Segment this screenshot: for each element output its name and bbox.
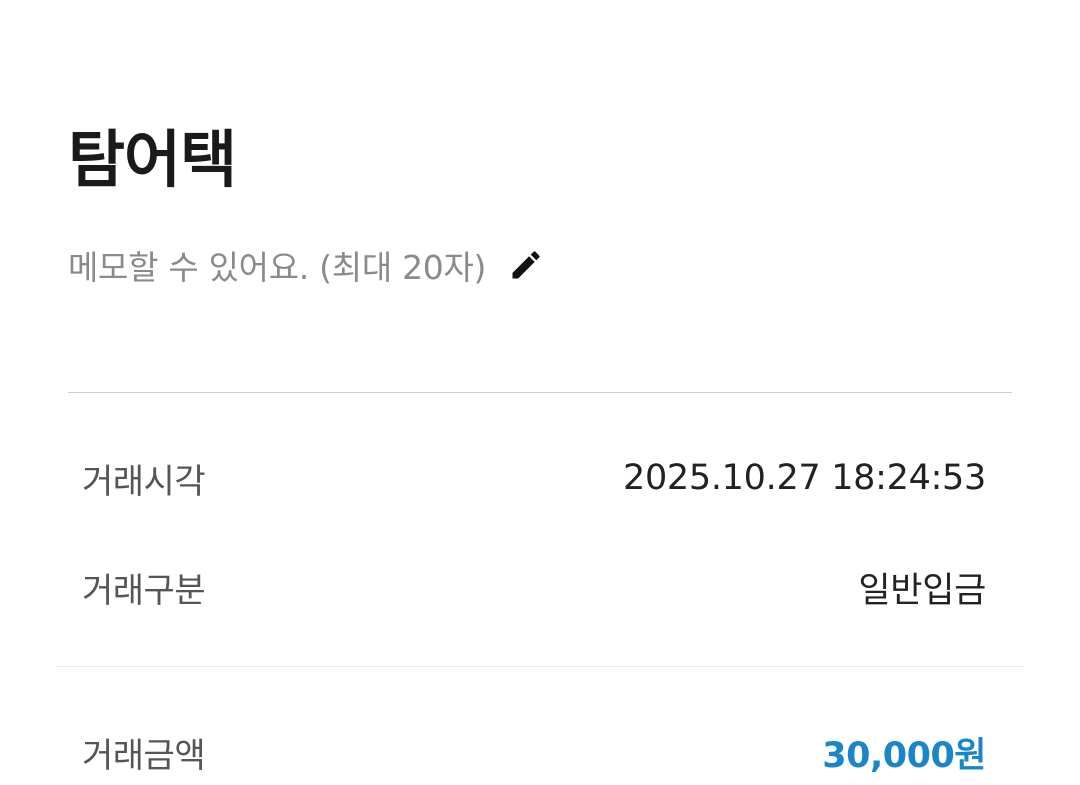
section-divider-light	[56, 666, 1024, 667]
time-label: 거래시각	[82, 461, 206, 502]
pencil-icon[interactable]	[508, 247, 544, 283]
amount-label: 거래금액	[82, 735, 206, 776]
page-title: 탐어택	[68, 123, 237, 196]
detail-row-amount: 거래금액 30,000원	[82, 722, 986, 782]
detail-row-time: 거래시각 2025.10.27 18:24:53	[82, 448, 986, 508]
time-value: 2025.10.27 18:24:53	[622, 458, 986, 498]
type-value: 일반입금	[858, 570, 986, 611]
memo-placeholder: 메모할 수 있어요. (최대 20자)	[68, 248, 487, 287]
amount-value: 30,000원	[822, 735, 986, 776]
detail-row-type: 거래구분 일반입금	[82, 557, 986, 617]
memo-edit-row[interactable]: 메모할 수 있어요. (최대 20자)	[68, 240, 544, 290]
section-divider	[68, 392, 1012, 393]
type-label: 거래구분	[82, 570, 206, 611]
